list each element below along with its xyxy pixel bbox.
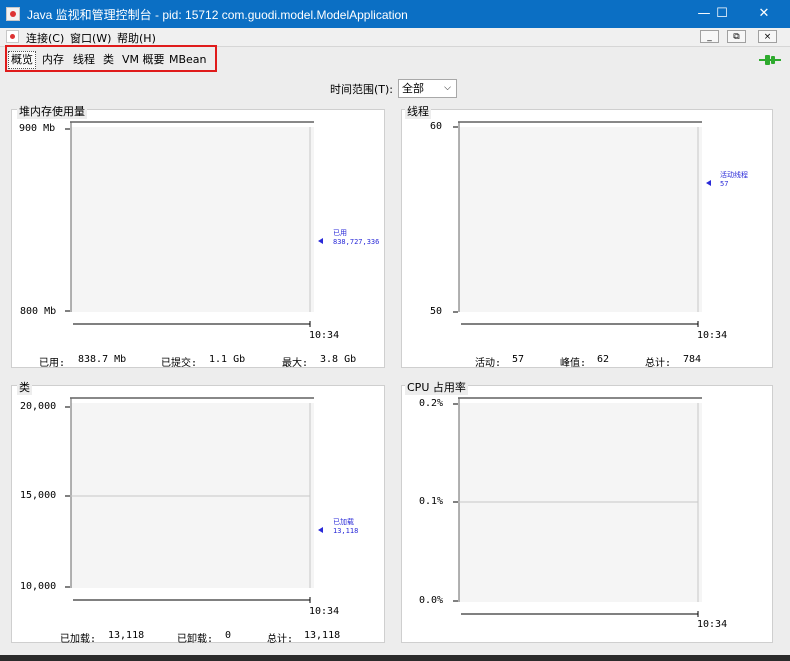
classes-stat-total-value: 13,118 <box>304 630 341 641</box>
cpu-ytick-label-1: 0.1% <box>419 496 444 507</box>
classes-stat-total-label: 总计: <box>267 634 294 645</box>
threads-stat-live-label: 活动: <box>475 358 502 369</box>
mdi-restore-button[interactable]: ⧉ <box>727 30 746 43</box>
time-range-value: 全部 <box>402 82 424 95</box>
time-range-select[interactable]: 全部 ⌵ <box>398 79 457 98</box>
heap-axes <box>65 128 311 327</box>
threads-stat-peak-label: 峰值: <box>560 358 587 369</box>
classes-legend-marker <box>318 527 323 533</box>
heap-legend-label: 已用 <box>333 229 347 237</box>
menu-connect[interactable]: 连接(C) <box>26 30 64 46</box>
cpu-ytick-label-2: 0.0% <box>419 595 444 606</box>
classes-stat-unloaded-value: 0 <box>225 630 232 641</box>
classes-stat-loaded-value: 13,118 <box>108 630 145 641</box>
classes-axes <box>65 406 311 603</box>
heap-panel-title: 堆内存使用量 <box>17 103 87 119</box>
threads-legend-label: 活动线程 <box>720 171 748 179</box>
heap-stat-committed-value: 1.1 Gb <box>209 354 246 365</box>
heap-legend-value: 838,727,336 <box>333 238 380 246</box>
menu-help[interactable]: 帮助(H) <box>117 30 156 46</box>
classes-legend-value: 13,118 <box>333 527 359 535</box>
classes-ytick-label-2: 10,000 <box>20 581 57 592</box>
classes-panel-title: 类 <box>17 379 32 395</box>
window-title: Java 监视和管理控制台 - pid: 15712 com.guodi.mod… <box>27 8 408 22</box>
threads-panel-title: 线程 <box>405 103 431 119</box>
heap-stat-committed-label: 已提交: <box>161 358 198 369</box>
threads-legend-value: 57 <box>720 180 729 188</box>
classes-legend-label: 已加载 <box>333 518 354 526</box>
cpu-ytick-label-0: 0.2% <box>419 398 444 409</box>
classes-stat-loaded-label: 已加载: <box>60 634 97 645</box>
heap-stat-used-value: 838.7 Mb <box>78 354 127 365</box>
threads-axes <box>453 126 699 327</box>
connected-plug-icon[interactable] <box>759 55 781 65</box>
menu-window[interactable]: 窗口(W) <box>70 30 111 46</box>
heap-legend-marker <box>318 238 323 244</box>
heap-ytick-label-1: 800 Mb <box>20 306 57 317</box>
java-cup-icon[interactable] <box>6 30 19 43</box>
cpu-panel-title: CPU 占用率 <box>405 379 468 395</box>
classes-ytick-label-1: 15,000 <box>20 490 57 501</box>
tab-highlight-box <box>5 45 217 72</box>
heap-stat-max-value: 3.8 Gb <box>320 354 357 365</box>
taskbar-edge <box>0 655 790 661</box>
cpu-xtick-label: 10:34 <box>697 619 728 630</box>
mdi-close-button[interactable]: × <box>758 30 777 43</box>
threads-stat-live-value: 57 <box>512 354 525 365</box>
threads-stat-peak-value: 62 <box>597 354 610 365</box>
time-range-label: 时间范围(T): <box>330 83 394 96</box>
threads-stat-total-label: 总计: <box>645 358 672 369</box>
heap-stat-max-label: 最大: <box>282 358 309 369</box>
mdi-minimize-button[interactable]: _ <box>700 30 719 43</box>
threads-xtick-label: 10:34 <box>697 330 728 341</box>
chevron-down-icon: ⌵ <box>444 83 451 93</box>
classes-ytick-label-0: 20,000 <box>20 401 57 412</box>
maximize-button[interactable]: ☐ <box>705 0 739 28</box>
threads-ytick-label-1: 50 <box>430 306 443 317</box>
close-button[interactable]: ✕ <box>747 0 781 28</box>
classes-stat-unloaded-label: 已卸载: <box>177 634 214 645</box>
title-bar: Java 监视和管理控制台 - pid: 15712 com.guodi.mod… <box>0 0 790 28</box>
threads-stat-total-value: 784 <box>683 354 702 365</box>
heap-stat-used-label: 已用: <box>39 358 66 369</box>
threads-ytick-label-0: 60 <box>430 121 443 132</box>
cpu-axes <box>453 403 699 617</box>
classes-xtick-label: 10:34 <box>309 606 340 617</box>
threads-legend-marker <box>706 180 711 186</box>
java-cup-icon[interactable] <box>6 7 20 21</box>
heap-ytick-label-0: 900 Mb <box>19 123 56 134</box>
heap-xtick-label: 10:34 <box>309 330 340 341</box>
